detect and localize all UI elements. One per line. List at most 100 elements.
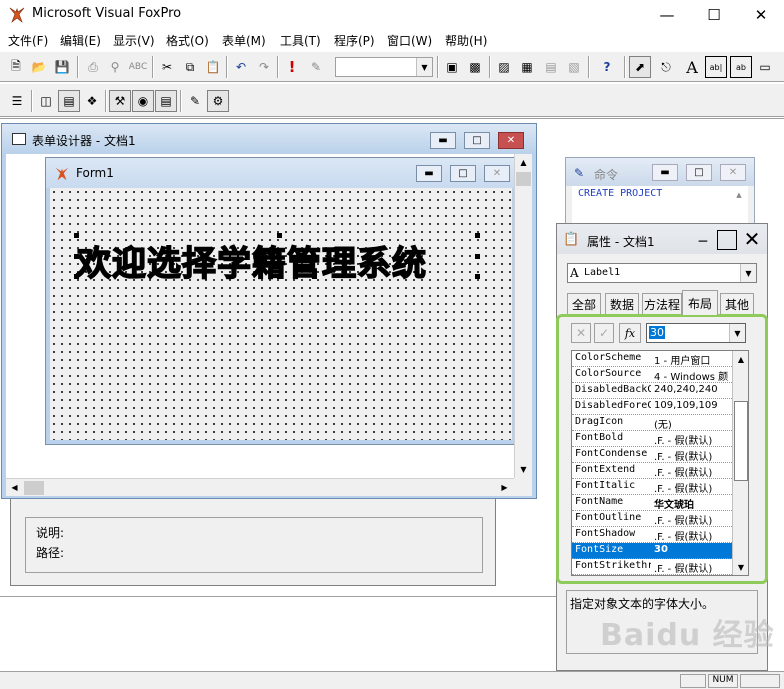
- scroll-up-icon[interactable]: ▲: [515, 154, 532, 171]
- form-controls-toolbar-icon[interactable]: ⚒: [109, 90, 131, 112]
- form1-minimize-button[interactable]: ▬: [416, 165, 442, 182]
- scroll-thumb[interactable]: [516, 172, 531, 186]
- form-designer-canvas: Form1 ▬ □ ✕ 欢迎选择学籍管理系统: [6, 154, 517, 478]
- cmd-minimize-button[interactable]: ▬: [652, 164, 678, 181]
- properties-window-icon[interactable]: ▤: [58, 90, 80, 112]
- form1-grid-canvas[interactable]: 欢迎选择学籍管理系统: [50, 188, 512, 440]
- selection-handle[interactable]: [74, 274, 79, 279]
- report-wizard-icon[interactable]: ▤: [540, 56, 562, 78]
- form-builder-icon[interactable]: ✎: [184, 90, 206, 112]
- copy-icon[interactable]: ⧉: [179, 56, 201, 78]
- form1-close-button[interactable]: ✕: [484, 165, 510, 182]
- selection-handle[interactable]: [277, 233, 282, 238]
- selection-handle[interactable]: [475, 274, 480, 279]
- fd-maximize-button[interactable]: □: [464, 132, 490, 149]
- tab-other[interactable]: 其他: [720, 293, 754, 315]
- new-icon[interactable]: 🗎: [5, 56, 27, 78]
- spell-check-icon[interactable]: ABC: [127, 56, 149, 78]
- selection-handle[interactable]: [277, 274, 282, 279]
- cmd-maximize-button[interactable]: □: [686, 164, 712, 181]
- run-icon[interactable]: !: [281, 56, 303, 78]
- tab-all[interactable]: 全部: [567, 293, 601, 315]
- data-environment-icon[interactable]: ◫: [35, 90, 57, 112]
- autoform-icon[interactable]: ▦: [516, 56, 538, 78]
- menu-file[interactable]: 文件(F): [8, 32, 48, 49]
- label-control-icon: A: [570, 266, 579, 280]
- builder-lock-icon[interactable]: ⎋: [655, 56, 677, 78]
- print-preview-icon[interactable]: ⚲: [104, 56, 126, 78]
- selection-handle[interactable]: [475, 254, 480, 259]
- menu-format[interactable]: 格式(O): [166, 32, 209, 49]
- cmd-close-button[interactable]: ✕: [720, 164, 746, 181]
- label-control-icon[interactable]: A: [681, 56, 703, 78]
- modify-form-icon[interactable]: ✎: [305, 56, 327, 78]
- command-text-area[interactable]: CREATE PROJECT ▲: [572, 186, 748, 226]
- chevron-down-icon[interactable]: ▼: [740, 264, 756, 282]
- menu-window[interactable]: 窗口(W): [387, 32, 432, 49]
- fd-minimize-button[interactable]: ▬: [430, 132, 456, 149]
- form1-maximize-button[interactable]: □: [450, 165, 476, 182]
- minimize-button[interactable]: —: [644, 0, 690, 30]
- selection-handle[interactable]: [74, 254, 79, 259]
- color-palette-icon[interactable]: ◉: [132, 90, 154, 112]
- code-window-icon[interactable]: ❖: [81, 90, 103, 112]
- autoreport-icon[interactable]: ▧: [563, 56, 585, 78]
- close-button[interactable]: ✕: [738, 0, 784, 30]
- label1-control[interactable]: 欢迎选择学籍管理系统: [74, 233, 480, 285]
- textbox-control-icon[interactable]: ab|: [705, 56, 727, 78]
- database-combo[interactable]: ▼: [335, 57, 433, 77]
- view-window-icon[interactable]: ▩: [464, 56, 486, 78]
- form1-caption: Form1 ▬ □ ✕: [46, 158, 516, 188]
- chevron-down-icon[interactable]: ▼: [416, 58, 432, 76]
- fd-horizontal-scrollbar[interactable]: ◀ ▶: [6, 478, 514, 496]
- menu-program[interactable]: 程序(P): [334, 32, 375, 49]
- status-cell: [680, 674, 706, 688]
- menu-bar: 文件(F) 编辑(E) 显示(V) 格式(O) 表单(M) 工具(T) 程序(P…: [0, 30, 784, 50]
- autoformat-icon[interactable]: ⚙: [207, 90, 229, 112]
- print-icon[interactable]: ⎙: [82, 56, 104, 78]
- properties-icon: 📋: [563, 232, 580, 247]
- form1-window[interactable]: Form1 ▬ □ ✕ 欢迎选择学籍管理系统: [45, 157, 517, 445]
- scroll-down-icon[interactable]: ▼: [515, 461, 532, 478]
- object-name: Label1: [584, 267, 621, 278]
- pointer-icon[interactable]: ⬈: [629, 56, 651, 78]
- command-window-icon[interactable]: ▣: [441, 56, 463, 78]
- tab-data[interactable]: 数据: [605, 293, 639, 315]
- redo-icon[interactable]: ↷: [253, 56, 275, 78]
- menu-tools[interactable]: 工具(T): [280, 32, 321, 49]
- save-icon[interactable]: 💾: [51, 56, 73, 78]
- menu-edit[interactable]: 编辑(E): [60, 32, 101, 49]
- size-grip[interactable]: [514, 478, 532, 496]
- fd-vertical-scrollbar[interactable]: ▲ ▼: [514, 154, 532, 478]
- help-icon[interactable]: ?: [596, 56, 618, 78]
- tab-methods[interactable]: 方法程: [642, 293, 682, 315]
- props-maximize-button[interactable]: [717, 230, 737, 250]
- object-combo[interactable]: A Label1 ▼: [567, 263, 757, 283]
- open-icon[interactable]: 📂: [28, 56, 50, 78]
- cut-icon[interactable]: ✂: [156, 56, 178, 78]
- tab-order-icon[interactable]: ☰: [6, 90, 28, 112]
- status-bar: NUM: [0, 671, 784, 689]
- properties-caption: 📋 属性 - 文档1 ─ ✕: [557, 224, 767, 254]
- form-wizard-icon[interactable]: ▨: [493, 56, 515, 78]
- scroll-right-icon[interactable]: ▶: [496, 479, 513, 496]
- props-close-button[interactable]: ✕: [741, 227, 763, 251]
- tab-layout[interactable]: 布局: [682, 290, 718, 315]
- props-minimize-button[interactable]: ─: [693, 230, 713, 250]
- description-label: 说明:: [36, 526, 65, 540]
- menu-view[interactable]: 显示(V): [113, 32, 155, 49]
- fd-close-button[interactable]: ✕: [498, 132, 524, 149]
- editbox-control-icon[interactable]: ab: [730, 56, 752, 78]
- selection-handle[interactable]: [74, 233, 79, 238]
- commandbutton-control-icon[interactable]: ▭: [754, 56, 776, 78]
- menu-help[interactable]: 帮助(H): [445, 32, 487, 49]
- undo-icon[interactable]: ↶: [230, 56, 252, 78]
- scroll-left-icon[interactable]: ◀: [6, 479, 23, 496]
- menu-form[interactable]: 表单(M): [222, 32, 266, 49]
- scroll-up-icon[interactable]: ▲: [732, 188, 746, 202]
- scroll-thumb[interactable]: [24, 481, 44, 495]
- selection-handle[interactable]: [475, 233, 480, 238]
- paste-icon[interactable]: 📋: [202, 56, 224, 78]
- maximize-button[interactable]: ☐: [691, 0, 737, 30]
- layout-toolbar-icon[interactable]: ▤: [155, 90, 177, 112]
